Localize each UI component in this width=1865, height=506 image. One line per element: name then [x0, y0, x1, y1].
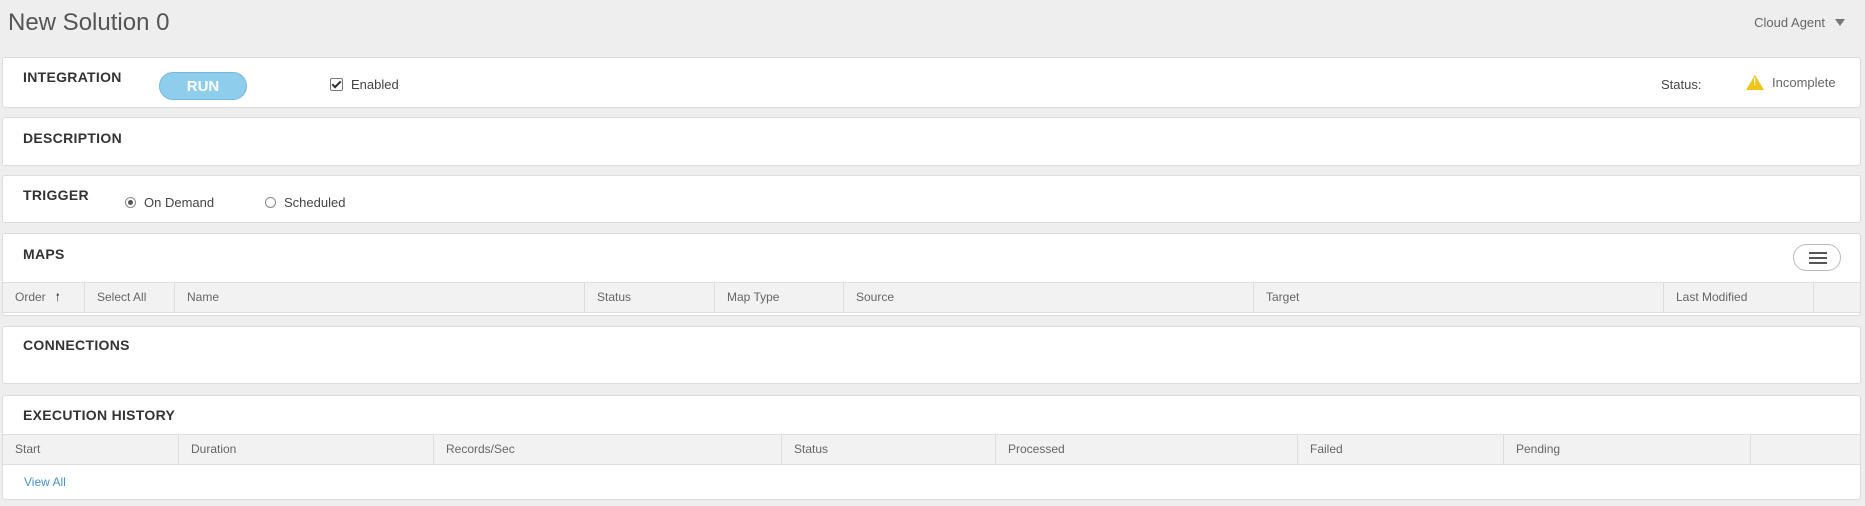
status-label: Status:: [1661, 77, 1702, 92]
col-status[interactable]: Status: [585, 283, 715, 312]
hamburger-icon-line: [1809, 262, 1827, 264]
agent-label: Cloud Agent: [1754, 15, 1825, 30]
connections-panel: CONNECTIONS: [2, 326, 1861, 384]
col-start[interactable]: Start: [3, 435, 179, 464]
connections-title: CONNECTIONS: [23, 337, 130, 353]
trigger-option-label: Scheduled: [284, 195, 346, 210]
execution-history-panel: EXECUTION HISTORY Start Duration Records…: [2, 395, 1861, 500]
col-failed[interactable]: Failed: [1298, 435, 1504, 464]
col-name[interactable]: Name: [175, 283, 585, 312]
status-indicator: Incomplete: [1746, 75, 1836, 90]
run-button[interactable]: RUN: [159, 72, 247, 100]
trigger-scheduled-radio[interactable]: Scheduled: [265, 195, 345, 210]
page-title: New Solution 0: [8, 9, 170, 36]
radio-unselected-icon[interactable]: [265, 197, 276, 208]
col-select-all[interactable]: Select All: [85, 283, 175, 312]
warning-icon: [1746, 75, 1764, 90]
execution-history-title: EXECUTION HISTORY: [23, 407, 176, 423]
col-status[interactable]: Status: [782, 435, 996, 464]
trigger-on-demand-radio[interactable]: On Demand: [125, 195, 214, 210]
checkbox-checked-icon[interactable]: [330, 78, 343, 91]
chevron-down-icon: [1835, 19, 1845, 26]
integration-panel: INTEGRATION RUN Enabled Status: Incomple…: [2, 57, 1861, 108]
col-duration[interactable]: Duration: [179, 435, 434, 464]
col-order[interactable]: Order 🠑: [3, 283, 85, 312]
trigger-title: TRIGGER: [23, 187, 89, 203]
col-target[interactable]: Target: [1254, 283, 1664, 312]
menu-button[interactable]: [1793, 244, 1841, 271]
col-order-label: Order: [15, 290, 46, 304]
trigger-panel: TRIGGER On Demand Scheduled: [2, 175, 1861, 223]
col-processed[interactable]: Processed: [996, 435, 1298, 464]
integration-title: INTEGRATION: [23, 69, 122, 85]
agent-selector[interactable]: Cloud Agent: [1754, 15, 1845, 30]
col-map-type[interactable]: Map Type: [715, 283, 844, 312]
col-source[interactable]: Source: [844, 283, 1254, 312]
view-all-link[interactable]: View All: [24, 475, 66, 489]
maps-table-header: Order 🠑 Select All Name Status Map Type S…: [3, 282, 1860, 313]
maps-panel: MAPS Order 🠑 Select All Name Status Map T…: [2, 233, 1861, 316]
description-panel[interactable]: DESCRIPTION: [2, 117, 1861, 166]
hamburger-icon-line: [1809, 252, 1827, 254]
enabled-checkbox[interactable]: Enabled: [330, 77, 399, 92]
col-pending[interactable]: Pending: [1504, 435, 1751, 464]
radio-selected-icon[interactable]: [125, 197, 136, 208]
maps-title: MAPS: [23, 246, 65, 262]
top-bar: New Solution 0 Cloud Agent: [0, 0, 1865, 50]
description-title: DESCRIPTION: [23, 130, 122, 146]
trigger-option-label: On Demand: [144, 195, 215, 210]
col-last-modified[interactable]: Last Modified: [1664, 283, 1814, 312]
hamburger-icon-line: [1809, 257, 1827, 259]
execution-table-header: Start Duration Records/Sec Status Proces…: [3, 434, 1860, 465]
enabled-label: Enabled: [351, 77, 399, 92]
status-value: Incomplete: [1772, 75, 1836, 90]
col-records-per-sec[interactable]: Records/Sec: [434, 435, 782, 464]
sort-ascending-icon: 🠑: [55, 292, 60, 304]
